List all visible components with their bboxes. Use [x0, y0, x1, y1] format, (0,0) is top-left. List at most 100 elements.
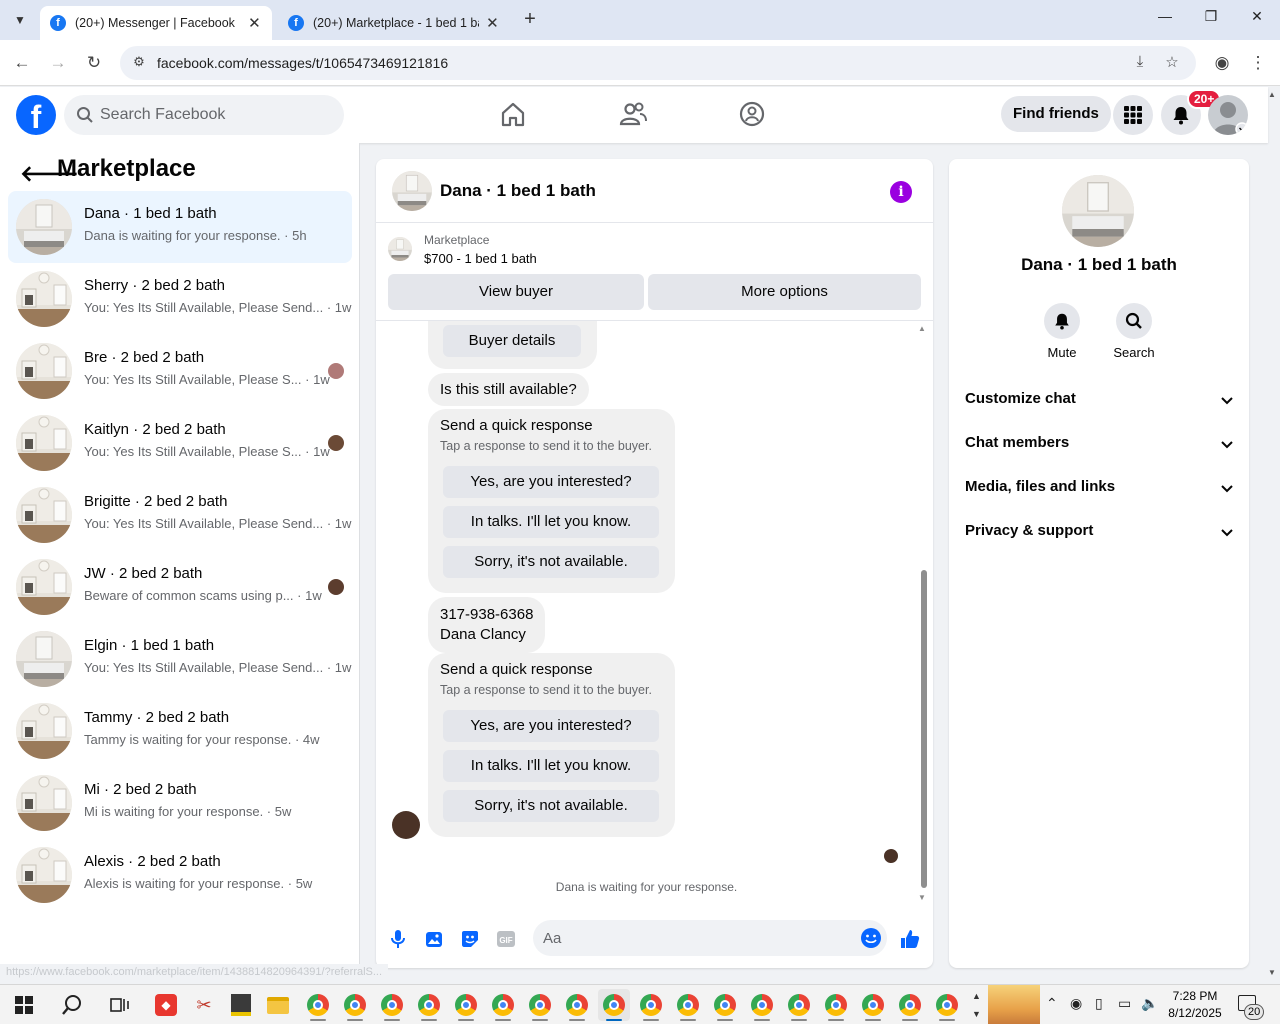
scroll-down-arrow-icon[interactable]: ▼	[918, 893, 926, 902]
page-scroll-down-arrow-icon[interactable]: ▼	[1268, 968, 1276, 977]
chrome-window-14-icon[interactable]	[783, 989, 815, 1021]
message-input-box[interactable]	[533, 920, 887, 956]
conversation-item-alexis[interactable]: Alexis · 2 bed 2 bath Alexis is waiting …	[8, 839, 352, 911]
chrome-window-8-icon[interactable]	[561, 989, 593, 1021]
browser-menu-icon[interactable]: ⋮	[1246, 51, 1270, 75]
facebook-search[interactable]	[64, 95, 344, 135]
chrome-window-3-icon[interactable]	[376, 989, 408, 1021]
conversation-item-dana[interactable]: Dana · 1 bed 1 bath Dana is waiting for …	[8, 191, 352, 263]
app-notes-icon[interactable]	[225, 989, 257, 1021]
quick-reply-not-available[interactable]: Sorry, it's not available.	[443, 790, 659, 822]
new-tab-icon[interactable]: +	[518, 8, 542, 32]
recording-icon[interactable]: ◉	[1070, 995, 1082, 1012]
chrome-window-5-icon[interactable]	[450, 989, 482, 1021]
chrome-window-17-icon[interactable]	[894, 989, 926, 1021]
search-action[interactable]: Search	[1104, 303, 1164, 360]
chrome-window-6-icon[interactable]	[487, 989, 519, 1021]
volume-icon[interactable]: 🔈	[1141, 995, 1158, 1012]
view-buyer-button[interactable]: View buyer	[388, 274, 644, 310]
more-options-button[interactable]: More options	[648, 274, 921, 310]
listing-thumbnail[interactable]	[1062, 175, 1134, 247]
quick-reply-not-available[interactable]: Sorry, it's not available.	[443, 546, 659, 578]
privacy-support-section[interactable]: Privacy & support	[957, 510, 1241, 554]
facebook-logo[interactable]: f	[16, 95, 56, 135]
taskbar-clock[interactable]: 7:28 PM 8/12/2025	[1160, 988, 1230, 1022]
gif-icon[interactable]: GIF	[495, 928, 517, 950]
quick-reply-in-talks[interactable]: In talks. I'll let you know.	[443, 750, 659, 782]
chrome-window-12-icon[interactable]	[709, 989, 741, 1021]
search-input[interactable]	[100, 95, 330, 135]
forward-arrow-icon[interactable]: →	[46, 51, 70, 75]
home-icon[interactable]	[498, 99, 528, 129]
message-input[interactable]	[543, 920, 843, 956]
reload-icon[interactable]: ↻	[82, 51, 106, 75]
site-settings-icon[interactable]: ⚙	[130, 54, 148, 72]
microphone-icon[interactable]	[387, 928, 409, 950]
restore-icon[interactable]: ❐	[1196, 8, 1226, 32]
chrome-window-2-icon[interactable]	[339, 989, 371, 1021]
conversation-item-mi[interactable]: Mi · 2 bed 2 bath Mi is waiting for your…	[8, 767, 352, 839]
conversation-item-tammy[interactable]: Tammy · 2 bed 2 bath Tammy is waiting fo…	[8, 695, 352, 767]
taskbar-overflow-arrows-icon[interactable]: ▲ ▼	[972, 987, 981, 1023]
network-icon[interactable]: ▭	[1118, 995, 1131, 1012]
chrome-window-15-icon[interactable]	[820, 989, 852, 1021]
account-avatar[interactable]	[1208, 95, 1248, 135]
friends-icon[interactable]	[618, 99, 648, 129]
chat-members-section[interactable]: Chat members	[957, 422, 1241, 466]
scroll-up-arrow-icon[interactable]: ▲	[918, 324, 926, 333]
conversation-item-jw[interactable]: JW · 2 bed 2 bath Beware of common scams…	[8, 551, 352, 623]
menu-grid-button[interactable]	[1113, 95, 1153, 135]
listing-price[interactable]: $700 - 1 bed 1 bath	[424, 251, 537, 266]
thumbs-up-icon[interactable]	[899, 928, 921, 950]
chrome-window-11-icon[interactable]	[672, 989, 704, 1021]
chrome-window-4-icon[interactable]	[413, 989, 445, 1021]
groups-icon[interactable]	[737, 99, 767, 129]
weather-widget-icon[interactable]	[988, 985, 1040, 1024]
chrome-window-9-icon[interactable]	[598, 989, 630, 1021]
app-red-icon[interactable]: ◆	[150, 989, 182, 1021]
window-close-icon[interactable]: ✕	[1242, 8, 1272, 32]
mute-action[interactable]: Mute	[1032, 303, 1092, 360]
omnibox[interactable]: ⚙ facebook.com/messages/t/10654734691218…	[120, 46, 1196, 80]
quick-reply-in-talks[interactable]: In talks. I'll let you know.	[443, 506, 659, 538]
tab-marketplace[interactable]: f (20+) Marketplace - 1 bed 1 bath ✕	[278, 6, 510, 40]
tab-messenger[interactable]: f (20+) Messenger | Facebook ✕	[40, 6, 272, 40]
sender-avatar[interactable]	[392, 811, 420, 839]
back-arrow-icon[interactable]: ←	[10, 51, 34, 75]
conversation-item-bre[interactable]: Bre · 2 bed 2 bath You: Yes Its Still Av…	[8, 335, 352, 407]
app-scissors-icon[interactable]: ✂	[188, 989, 220, 1021]
windows-start-icon[interactable]	[8, 989, 40, 1021]
conversation-item-brigitte[interactable]: Brigitte · 2 bed 2 bath You: Yes Its Sti…	[8, 479, 352, 551]
find-friends-button[interactable]: Find friends	[1001, 96, 1111, 132]
close-tab-icon[interactable]: ✕	[485, 14, 500, 32]
chrome-window-10-icon[interactable]	[635, 989, 667, 1021]
message-list[interactable]: Buyer details Is this still available? S…	[376, 321, 933, 901]
quick-reply-interested[interactable]: Yes, are you interested?	[443, 466, 659, 498]
photo-icon[interactable]	[423, 928, 445, 950]
battery-icon[interactable]: ▯	[1095, 995, 1103, 1012]
quick-reply-interested[interactable]: Yes, are you interested?	[443, 710, 659, 742]
customize-chat-section[interactable]: Customize chat	[957, 378, 1241, 422]
bookmark-star-icon[interactable]: ☆	[1162, 53, 1182, 73]
file-explorer-icon[interactable]	[262, 989, 294, 1021]
install-app-icon[interactable]: ⤓	[1130, 53, 1150, 73]
chrome-window-1-icon[interactable]	[302, 989, 334, 1021]
chat-scrollbar-thumb[interactable]	[921, 570, 927, 888]
conversation-item-sherry[interactable]: Sherry · 2 bed 2 bath You: Yes Its Still…	[8, 263, 352, 335]
chrome-window-18-icon[interactable]	[931, 989, 963, 1021]
listing-thumbnail[interactable]	[392, 171, 432, 211]
chrome-window-16-icon[interactable]	[857, 989, 889, 1021]
buyer-details-button[interactable]: Buyer details	[443, 325, 581, 357]
media-files-section[interactable]: Media, files and links	[957, 466, 1241, 510]
chrome-window-13-icon[interactable]	[746, 989, 778, 1021]
conversation-item-kaitlyn[interactable]: Kaitlyn · 2 bed 2 bath You: Yes Its Stil…	[8, 407, 352, 479]
minimize-icon[interactable]: —	[1150, 8, 1180, 32]
taskbar-search-icon[interactable]	[56, 989, 88, 1021]
close-tab-icon[interactable]: ✕	[247, 14, 262, 32]
sticker-icon[interactable]	[459, 928, 481, 950]
show-hidden-icons-chevron-icon[interactable]: ⌃	[1046, 995, 1058, 1012]
conversation-item-elgin[interactable]: Elgin · 1 bed 1 bath You: Yes Its Still …	[8, 623, 352, 695]
info-icon[interactable]: i	[890, 181, 912, 203]
task-view-icon[interactable]	[104, 989, 136, 1021]
contact-phone[interactable]: 317-938-6368	[440, 605, 533, 625]
